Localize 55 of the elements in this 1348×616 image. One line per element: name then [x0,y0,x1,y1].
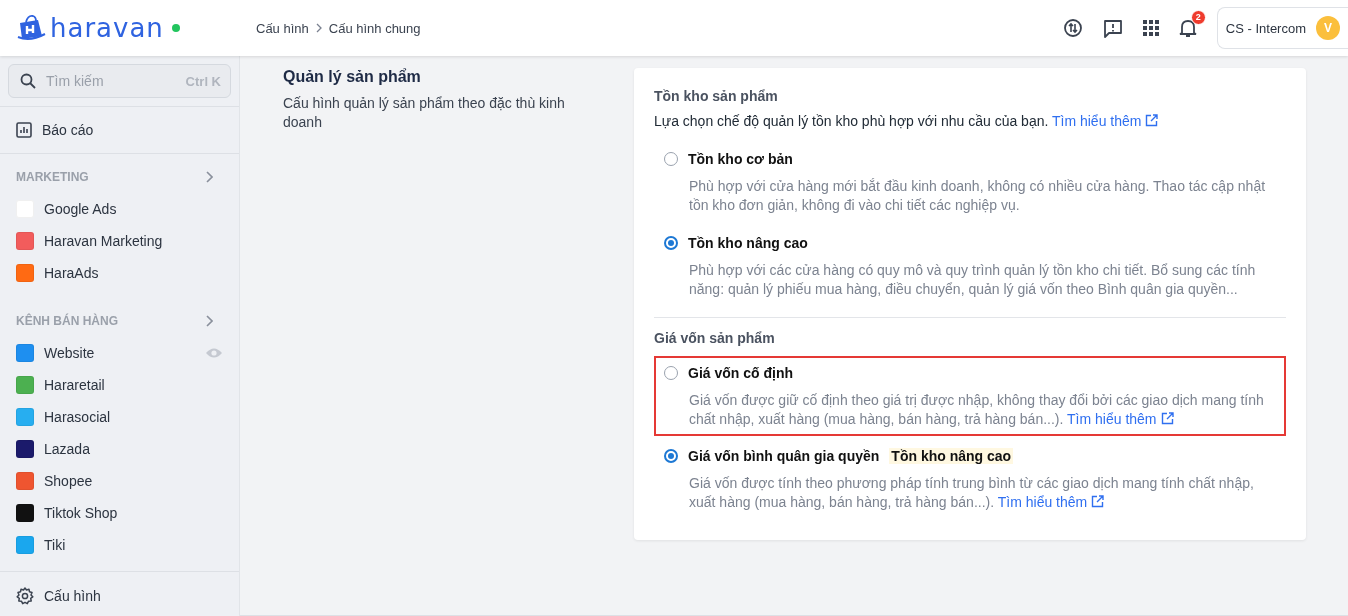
search-icon [20,73,36,89]
nav-item[interactable]: Cấu hình [0,580,239,612]
nav-item[interactable]: Tiktok Shop [0,497,239,529]
sync-icon[interactable] [1062,18,1083,38]
nav-item[interactable]: Haravan Marketing [0,225,239,257]
group-title: Giá vốn sản phẩm [654,330,776,346]
option-label: Tồn kho nâng cao [688,235,808,251]
external-link-icon [1145,114,1159,127]
nav-item[interactable]: Website [0,337,239,369]
avatar: V [1316,16,1340,40]
learn-more-link[interactable]: Tìm hiểu thêm [997,494,1105,510]
search-placeholder: Tìm kiếm [46,73,105,89]
logo-text: haravan [50,13,164,43]
radio-button[interactable] [664,449,678,463]
external-link-icon [1091,495,1105,508]
group-title: Tồn kho sản phẩm [654,88,779,104]
nav-item[interactable]: Shopee [0,465,239,497]
nav-item[interactable]: Harasocial [0,401,239,433]
nav-item[interactable]: Google Ads [0,193,239,225]
option-description: Giá vốn được tính theo phương pháp tính trung bình từ các giao dịch mang tính chất nhập, xuất hàng (mua hàng, bán hàng, trả hàng bán...). Tìm hiểu thêm [689,474,1255,512]
breadcrumb-current: Cấu hình chung [328,20,421,36]
bar-chart-icon [16,122,32,138]
breadcrumb-link[interactable]: Cấu hình [256,20,309,36]
option-label: Giá vốn bình quân gia quyền [688,448,880,464]
option-label: Giá vốn cố định [688,365,793,381]
nav-item[interactable]: HaraAds [0,257,239,289]
account-button[interactable]: CS - Intercom V [1216,7,1348,49]
nav-item[interactable]: Lazada [0,433,239,465]
option-description: Phù hợp với các cửa hàng có quy mô và quy trình quản lý tồn kho chi tiết. Bổ sung các tính năng: quản lý phiếu mua hàng, điều chuyển, quản lý giá vốn theo Bình quân gia quyền... [689,261,1257,299]
option-label: Tồn kho cơ bản [688,151,793,167]
section-title: Quản lý sản phẩm [283,68,422,86]
external-link-icon [1160,412,1174,425]
option-description: Giá vốn được giữ cố định theo giá trị được nhập, không thay đổi bởi các giao dịch mang tính chất nhập, xuất hàng (mua hàng, bán hàng, trả hàng bán...). Tìm hiểu thêm [689,391,1265,429]
radio-button[interactable] [664,366,678,380]
nav-item[interactable]: Báo cáo [0,114,239,146]
notification-count: 2 [1190,10,1206,25]
radio-button[interactable] [664,152,678,166]
notification-bell-icon[interactable] [1178,18,1197,38]
shopping-bag-logo-icon [16,14,46,42]
apps-grid-icon[interactable] [1142,20,1159,36]
nav-item[interactable]: Tiki [0,529,239,561]
chevron-right-icon [206,171,213,183]
learn-more-link[interactable]: Tìm hiểu thêm [1052,113,1159,129]
option-description: Phù hợp với cửa hàng mới bắt đầu kinh doanh, không có nhiều cửa hàng. Thao tác cập nhật tồn kho đơn giản, không đi vào chi tiết các nghiệp vụ. [689,177,1267,215]
radio-button[interactable] [664,236,678,250]
chevron-right-icon [206,315,213,327]
nav-item[interactable]: Hararetail [0,369,239,401]
learn-more-link[interactable]: Tìm hiểu thêm [1067,411,1174,427]
settings-icon [16,587,34,605]
group-intro: Lựa chọn chế độ quản lý tồn kho phù hợp với nhu cầu của bạn. Tìm hiểu thêm [654,113,1286,129]
option-tag: Tồn kho nâng cao [889,448,1014,464]
chevron-right-icon [315,23,322,33]
feedback-icon[interactable] [1102,18,1123,38]
section-description: Cấu hình quản lý sản phẩm theo đặc thù kinh doanh [283,94,566,132]
shortcut-hint: Ctrl K [185,73,221,89]
